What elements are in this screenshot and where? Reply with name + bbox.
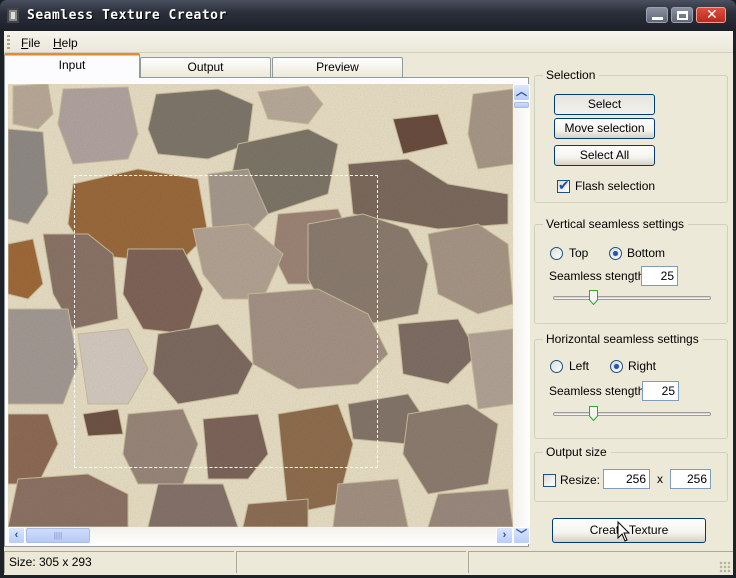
menu-help-mnemonic: H — [53, 36, 62, 50]
output-size-title: Output size — [543, 445, 611, 459]
output-width-input[interactable]: 256 — [603, 469, 650, 489]
maximize-icon — [677, 11, 688, 20]
input-tab-page: ︿ ﹀ ‹ |||| › ﹀ — [4, 77, 530, 547]
horizontal-settings-group: Horizontal seamless settings Left Right … — [534, 332, 728, 439]
minimize-icon — [652, 17, 663, 20]
status-panel-2 — [236, 551, 466, 573]
status-panel-3 — [468, 551, 733, 573]
vertical-scroll-thumb[interactable] — [514, 102, 529, 108]
client-area: File Help Input Output Preview ︿ ‹ |||| … — [4, 31, 733, 575]
maximize-button[interactable] — [671, 7, 693, 23]
menu-help[interactable]: Help — [53, 36, 78, 50]
move-selection-button[interactable]: Move selection — [554, 118, 655, 139]
resize-label: Resize: — [560, 473, 601, 487]
horizontal-group-title: Horizontal seamless settings — [543, 332, 703, 346]
app-window: Seamless Texture Creator ✕ File Help Inp… — [0, 0, 736, 578]
menu-file-label: ile — [28, 36, 41, 50]
checkmark-icon: ✔ — [558, 177, 570, 193]
status-size: Size: 305 x 293 — [4, 551, 234, 573]
tab-input[interactable]: Input — [4, 53, 140, 78]
status-bar: Size: 305 x 293 — [4, 547, 733, 575]
tab-output[interactable]: Output — [140, 57, 271, 77]
flash-selection-label: Flash selection — [575, 179, 656, 193]
menu-bar: File Help — [4, 31, 733, 53]
toolbar-grip-icon[interactable] — [7, 35, 10, 49]
close-icon: ✕ — [706, 7, 718, 23]
mouse-cursor-icon — [617, 521, 631, 542]
vertical-strength-slider-track[interactable] — [553, 296, 711, 300]
radio-left[interactable] — [550, 360, 563, 373]
radio-selected-dot — [613, 251, 618, 256]
horizontal-scrollbar[interactable]: ‹ |||| › — [8, 527, 513, 544]
tab-strip: Input Output Preview — [4, 53, 534, 78]
chevron-down-icon: ﹀ — [516, 529, 527, 541]
chevron-left-icon: ‹ — [14, 529, 19, 541]
chevron-up-icon: ︿ — [516, 86, 527, 98]
dimension-separator: x — [657, 472, 663, 486]
selection-group-title: Selection — [543, 68, 600, 82]
radio-top[interactable] — [550, 247, 563, 260]
texture-canvas[interactable] — [8, 84, 513, 527]
close-button[interactable]: ✕ — [696, 7, 726, 23]
horizontal-strength-input[interactable]: 25 — [642, 381, 679, 401]
scroll-left-button[interactable]: ‹ — [8, 527, 25, 544]
horizontal-strength-slider-track[interactable] — [553, 412, 711, 416]
horizontal-strength-label: Seamless stength: — [549, 384, 648, 398]
selection-group: Selection Select Move selection Select A… — [534, 68, 728, 203]
output-height-input[interactable]: 256 — [670, 469, 711, 489]
radio-right-label: Right — [628, 359, 657, 373]
minimize-button[interactable] — [646, 7, 668, 23]
resize-checkbox[interactable] — [543, 474, 556, 487]
radio-top-label: Top — [569, 246, 589, 260]
select-button[interactable]: Select — [554, 94, 655, 115]
window-title: Seamless Texture Creator — [27, 8, 227, 23]
output-size-group: Output size Resize: 256 x 256 — [534, 445, 728, 502]
select-all-button[interactable]: Select All — [554, 145, 655, 166]
app-icon[interactable] — [7, 8, 19, 23]
radio-bottom-label: Bottom — [627, 246, 666, 260]
menu-file[interactable]: File — [21, 36, 40, 50]
menu-help-label: elp — [61, 36, 78, 50]
vertical-group-title: Vertical seamless settings — [543, 217, 689, 231]
radio-selected-dot — [614, 364, 619, 369]
horizontal-scroll-thumb[interactable]: |||| — [26, 528, 90, 543]
vertical-scrollbar[interactable]: ︿ ﹀ — [513, 84, 530, 544]
vertical-settings-group: Vertical seamless settings Top Bottom Se… — [534, 217, 728, 324]
tab-preview[interactable]: Preview — [272, 57, 403, 77]
flash-selection-checkbox[interactable]: ✔ — [557, 177, 570, 193]
radio-right[interactable] — [610, 360, 623, 373]
scroll-up-button[interactable]: ︿ — [513, 84, 530, 101]
scroll-right-button[interactable]: › — [496, 527, 513, 544]
selection-rectangle[interactable] — [74, 175, 378, 468]
title-bar[interactable]: Seamless Texture Creator ✕ — [0, 0, 736, 31]
horizontal-strength-slider-thumb[interactable] — [588, 406, 598, 421]
scroll-down-corner-button[interactable]: ﹀ — [513, 527, 530, 544]
vertical-strength-label: Seamless stength: — [549, 269, 648, 283]
radio-bottom[interactable] — [609, 247, 622, 260]
radio-left-label: Left — [569, 359, 590, 373]
vertical-strength-input[interactable]: 25 — [641, 266, 678, 286]
vertical-strength-slider-thumb[interactable] — [588, 290, 598, 305]
resize-grip-icon[interactable] — [719, 561, 731, 573]
chevron-right-icon: › — [502, 529, 507, 541]
